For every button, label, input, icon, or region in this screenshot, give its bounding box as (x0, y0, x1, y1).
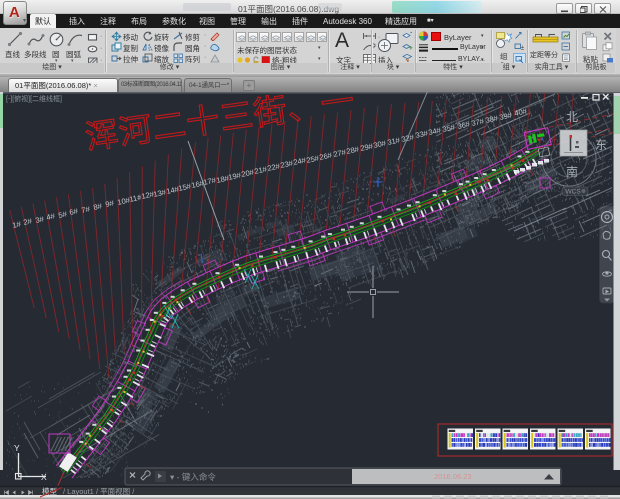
svg-text:X: X (41, 472, 47, 482)
svg-text:2016.06.23: 2016.06.23 (434, 472, 472, 481)
svg-text:+: + (409, 45, 413, 51)
svg-text:Y: Y (14, 443, 20, 453)
svg-text:/ Layout1 / 平面视图 /: / Layout1 / 平面视图 / (63, 486, 135, 496)
svg-text:▾ - 键入命令: ▾ - 键入命令 (170, 472, 216, 482)
svg-text:±: ± (521, 46, 525, 52)
svg-text:东: 东 (595, 138, 607, 152)
svg-text:模型: 模型 (42, 486, 57, 496)
svg-text:WCS: WCS (566, 189, 582, 196)
svg-text:北: 北 (566, 110, 578, 124)
svg-text:[-][俯视][二维线框]: [-][俯视][二维线框] (6, 94, 62, 103)
svg-text:南: 南 (566, 164, 578, 179)
